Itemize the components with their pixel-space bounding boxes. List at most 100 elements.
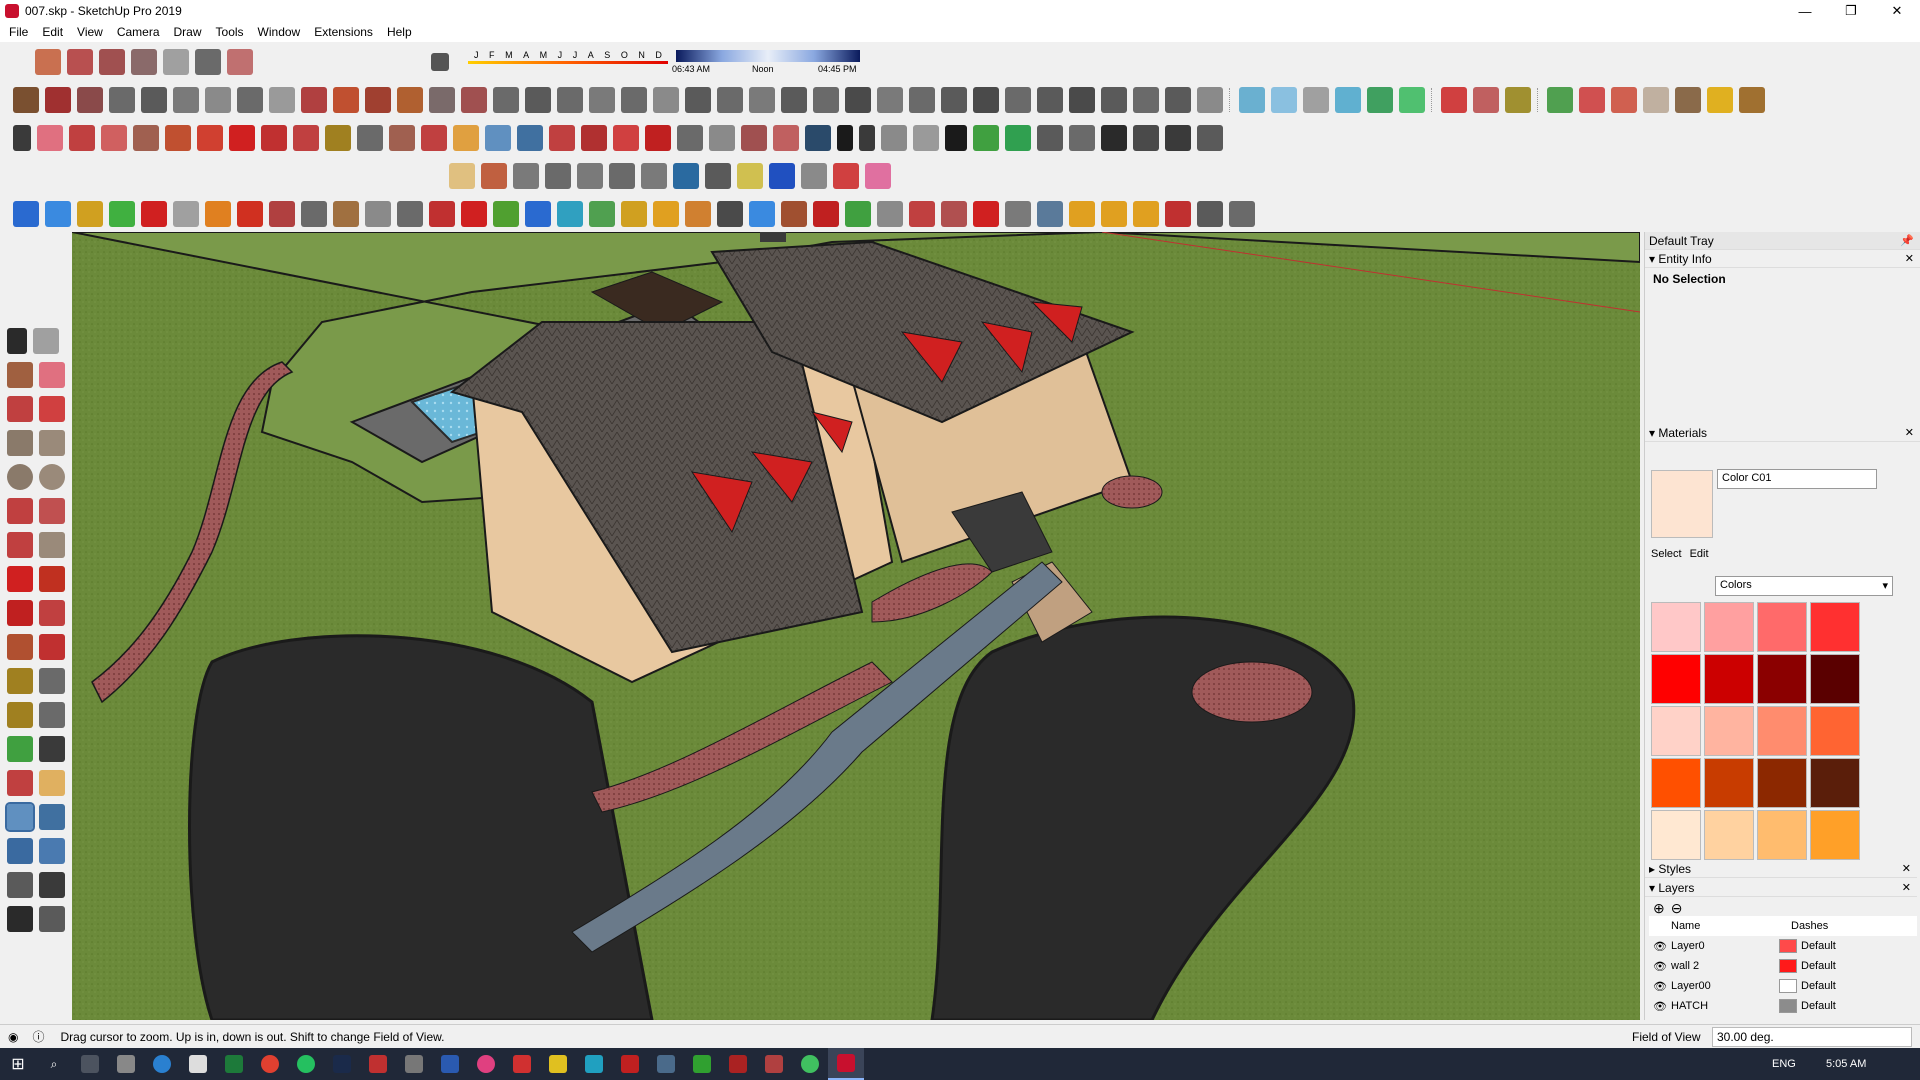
pyramid-icon[interactable] <box>621 201 647 227</box>
component-array-icon[interactable] <box>1005 201 1031 227</box>
position-camera-icon[interactable] <box>7 872 33 898</box>
polygon-draw-icon[interactable] <box>39 464 65 490</box>
pushpull-tool-icon[interactable] <box>39 566 65 592</box>
select-tool-icon[interactable] <box>7 328 27 354</box>
material-preview[interactable] <box>1651 470 1713 538</box>
grid-block-icon[interactable] <box>237 201 263 227</box>
minimize-button[interactable]: — <box>1782 0 1828 22</box>
photoshop-button[interactable] <box>324 1048 360 1080</box>
tab-edit[interactable]: Edit <box>1690 548 1709 560</box>
layer-color-swatch[interactable] <box>1779 979 1797 993</box>
perspective-icon[interactable] <box>227 49 253 75</box>
component-green-icon[interactable] <box>845 201 871 227</box>
text-tool-icon[interactable] <box>39 702 65 728</box>
brick-icon[interactable] <box>813 87 839 113</box>
store-button[interactable] <box>180 1048 216 1080</box>
visibility-eye-icon[interactable]: 👁 <box>1649 940 1671 953</box>
front-view-icon[interactable] <box>99 49 125 75</box>
arc-3pt-icon[interactable] <box>7 532 33 558</box>
language-indicator[interactable]: ENG <box>1772 1058 1796 1070</box>
calculator-button[interactable] <box>108 1048 144 1080</box>
dotted-curve-icon[interactable] <box>1197 201 1223 227</box>
zoom-extents-icon[interactable] <box>517 125 543 151</box>
shape-cloud-icon[interactable] <box>801 163 827 189</box>
app-teal-button[interactable] <box>576 1048 612 1080</box>
joist-icon[interactable] <box>589 87 615 113</box>
menu-file[interactable]: File <box>2 22 35 42</box>
pencil-icon[interactable] <box>69 125 95 151</box>
rotate-tool-icon[interactable] <box>7 600 33 626</box>
render-settings-icon[interactable] <box>773 125 799 151</box>
pan-tool-icon[interactable] <box>39 770 65 796</box>
arc-2-icon[interactable] <box>397 87 423 113</box>
select-arrow-icon[interactable] <box>13 125 31 151</box>
fredo-scale-icon[interactable] <box>1441 87 1467 113</box>
shadow-toggle-icon[interactable] <box>431 53 449 71</box>
tape-tool-icon[interactable] <box>7 668 33 694</box>
color-swatch[interactable] <box>1651 706 1701 756</box>
freehand-icon[interactable] <box>45 87 71 113</box>
layer-color-swatch[interactable] <box>1779 939 1797 953</box>
solid-outer-icon[interactable] <box>1367 87 1393 113</box>
rotate-orange-icon[interactable] <box>685 201 711 227</box>
fence-icon[interactable] <box>493 87 519 113</box>
x-blue-icon[interactable] <box>525 201 551 227</box>
rail-icon[interactable] <box>781 87 807 113</box>
color-swatch[interactable] <box>1757 706 1807 756</box>
fredo-box-icon[interactable] <box>1547 87 1573 113</box>
gear-wheel-icon[interactable] <box>1069 87 1095 113</box>
visibility-eye-icon[interactable]: 👁 <box>1649 980 1671 993</box>
close-button[interactable]: ✕ <box>1874 0 1920 22</box>
look-around-icon[interactable] <box>39 872 65 898</box>
menu-draw[interactable]: Draw <box>167 22 209 42</box>
fredo-radial-icon[interactable] <box>1675 87 1701 113</box>
color-swatch[interactable] <box>1757 758 1807 808</box>
app-red3-button[interactable] <box>756 1048 792 1080</box>
app-pink-button[interactable] <box>468 1048 504 1080</box>
remove-layer-icon[interactable]: ⊖ <box>1671 900 1683 917</box>
push-pull-icon[interactable] <box>269 87 295 113</box>
undo-arrow-icon[interactable] <box>813 201 839 227</box>
date-slider[interactable]: JFMAMJJASOND <box>468 50 668 64</box>
close-panel-icon[interactable]: ✕ <box>1905 426 1914 439</box>
color-swatch[interactable] <box>1704 654 1754 704</box>
clock[interactable]: 5:05 AM <box>1826 1058 1866 1070</box>
column-icon[interactable] <box>685 87 711 113</box>
app-blue-button[interactable] <box>648 1048 684 1080</box>
entity-info-header[interactable]: ▾ Entity Info ✕ <box>1645 250 1920 268</box>
shape-measure-icon[interactable] <box>833 163 859 189</box>
window-icon[interactable] <box>429 87 455 113</box>
shingle-icon[interactable] <box>1133 87 1159 113</box>
shape-ellipse-icon[interactable] <box>609 163 635 189</box>
layer-row[interactable]: 👁 Layer00 Default <box>1649 976 1917 996</box>
app-yellow-button[interactable] <box>540 1048 576 1080</box>
layer-dashes[interactable]: Default <box>1801 1000 1836 1012</box>
orbit-icon[interactable] <box>421 125 447 151</box>
rectangle-icon[interactable] <box>133 125 159 151</box>
iso-view-icon[interactable] <box>35 49 61 75</box>
layout-icon[interactable] <box>613 125 639 151</box>
offset-icon[interactable] <box>205 87 231 113</box>
paint-bucket-icon[interactable] <box>389 125 415 151</box>
chrome-button[interactable] <box>252 1048 288 1080</box>
house-3-icon[interactable] <box>1101 125 1127 151</box>
beam-icon[interactable] <box>653 87 679 113</box>
color-swatch[interactable] <box>1810 706 1860 756</box>
layer-blue-2-icon[interactable] <box>45 201 71 227</box>
protractor-icon[interactable] <box>7 702 33 728</box>
whatsapp-button[interactable] <box>288 1048 324 1080</box>
zoom-window-icon[interactable] <box>39 804 65 830</box>
followme-tool-icon[interactable] <box>197 125 223 151</box>
floor-icon[interactable] <box>877 87 903 113</box>
paint-tool-icon[interactable] <box>7 362 33 388</box>
color-swatch[interactable] <box>1810 758 1860 808</box>
app-grey-button[interactable] <box>396 1048 432 1080</box>
solid-intersect-icon[interactable] <box>1399 87 1425 113</box>
solid-split-icon[interactable] <box>1335 87 1361 113</box>
play-icon[interactable] <box>837 125 853 151</box>
zoom-icon[interactable] <box>485 125 511 151</box>
layer-blue-1-icon[interactable] <box>13 201 39 227</box>
color-swatch[interactable] <box>1651 602 1701 652</box>
spiral-icon[interactable] <box>1165 87 1191 113</box>
fredo-taper-icon[interactable] <box>1611 87 1637 113</box>
